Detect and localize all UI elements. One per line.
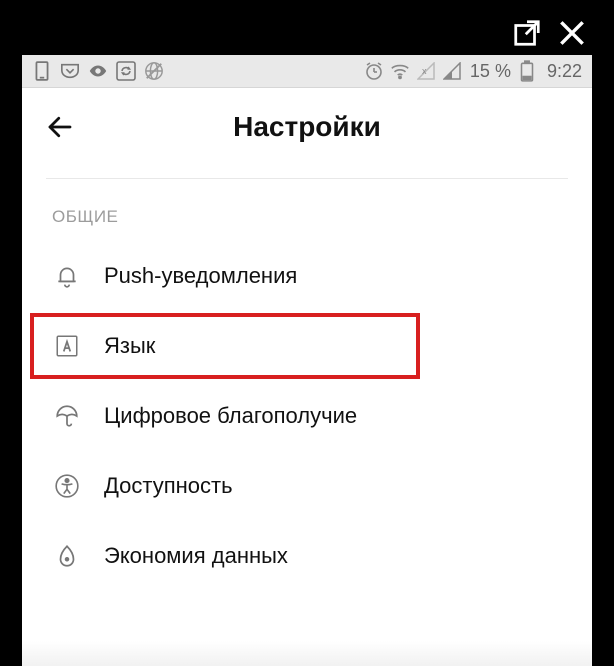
- language-icon: [52, 331, 82, 361]
- bottom-glow: [22, 641, 592, 666]
- alarm-icon: [364, 61, 384, 81]
- settings-item-label: Доступность: [104, 473, 233, 499]
- settings-item-wellbeing[interactable]: Цифровое благополучие: [34, 381, 580, 451]
- settings-item-label: Язык: [104, 333, 155, 359]
- status-clock: 9:22: [547, 61, 582, 82]
- section-label: ОБЩИЕ: [22, 197, 592, 241]
- status-right: x 15 % 9:22: [364, 61, 582, 82]
- battery-icon: [517, 61, 537, 81]
- app-header: Настройки: [22, 88, 592, 166]
- battery-percent: 15 %: [470, 61, 511, 82]
- svg-text:x: x: [422, 66, 427, 76]
- settings-item-label: Экономия данных: [104, 543, 288, 569]
- device-frame: x 15 % 9:22: [0, 0, 614, 666]
- bell-icon: [52, 261, 82, 291]
- signal-2-icon: [442, 61, 462, 81]
- no-network-icon: [144, 61, 164, 81]
- wifi-icon: [390, 61, 410, 81]
- settings-item-datasaver[interactable]: Экономия данных: [34, 521, 580, 591]
- close-icon[interactable]: [556, 17, 588, 49]
- settings-list: Push-уведомления Язык: [22, 241, 592, 591]
- page-title: Настройки: [22, 111, 592, 143]
- umbrella-icon: [52, 401, 82, 431]
- settings-item-push[interactable]: Push-уведомления: [34, 241, 580, 311]
- device-icon: [32, 61, 52, 81]
- status-bar: x 15 % 9:22: [22, 55, 592, 88]
- eye-icon: [88, 61, 108, 81]
- settings-item-accessibility[interactable]: Доступность: [34, 451, 580, 521]
- settings-item-language[interactable]: Язык: [34, 311, 580, 381]
- settings-item-label: Цифровое благополучие: [104, 403, 357, 429]
- phone-screen: x 15 % 9:22: [22, 55, 592, 666]
- open-external-icon[interactable]: [512, 18, 542, 48]
- sync-icon: [116, 61, 136, 81]
- accessibility-icon: [52, 471, 82, 501]
- data-saver-icon: [52, 541, 82, 571]
- signal-1-icon: x: [416, 61, 436, 81]
- divider: [46, 178, 568, 179]
- settings-item-label: Push-уведомления: [104, 263, 297, 289]
- highlight-box: [30, 313, 420, 379]
- frame-top-bar: [22, 10, 592, 55]
- pocket-icon: [60, 61, 80, 81]
- back-button[interactable]: [40, 107, 80, 147]
- status-left: [32, 61, 164, 81]
